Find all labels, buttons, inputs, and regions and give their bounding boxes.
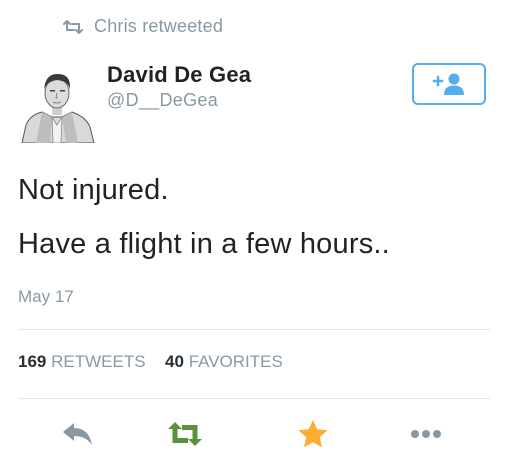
tweet-date[interactable]: May 17 [18, 287, 74, 307]
more-dots-icon [410, 429, 442, 439]
tweet-text-line: Have a flight in a few hours.. [18, 228, 390, 260]
tweet-stats: 169 RETWEETS 40 FAVORITES [18, 352, 283, 372]
tweet-text-line: Not injured. [18, 174, 169, 206]
retweet-icon [166, 421, 204, 447]
retweet-button[interactable] [163, 412, 207, 456]
follow-button[interactable] [412, 63, 486, 105]
favorites-label[interactable]: FAVORITES [189, 352, 283, 371]
more-button[interactable] [404, 412, 448, 456]
favorite-button[interactable] [291, 412, 335, 456]
retweets-count[interactable]: 169 [18, 352, 46, 371]
author-name[interactable]: David De Gea [107, 62, 251, 88]
author-handle[interactable]: @D__DeGea [107, 90, 218, 111]
retweet-context: Chris retweeted [62, 16, 223, 37]
star-icon [297, 419, 329, 449]
divider [18, 398, 490, 399]
retweet-icon [62, 19, 84, 34]
avatar[interactable] [16, 67, 96, 143]
reply-icon [61, 421, 95, 447]
retweet-context-text: Chris retweeted [94, 16, 224, 36]
reply-button[interactable] [56, 412, 100, 456]
follow-user-plus-icon [431, 72, 467, 96]
divider [18, 329, 490, 330]
favorites-count[interactable]: 40 [165, 352, 184, 371]
tweet-actions [0, 412, 506, 456]
retweets-label[interactable]: RETWEETS [51, 352, 145, 371]
